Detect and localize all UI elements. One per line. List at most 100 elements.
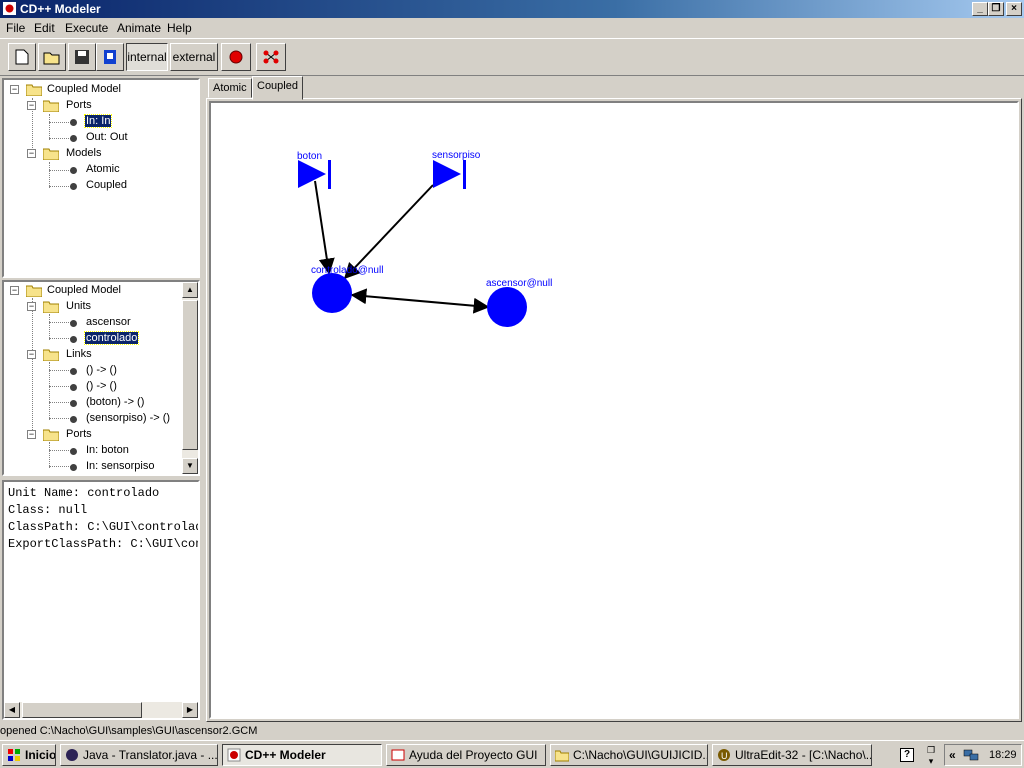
collapse-toggle[interactable]: − xyxy=(10,286,19,295)
tray-expand-icon[interactable]: « xyxy=(949,748,956,762)
scroll-thumb[interactable] xyxy=(182,300,198,450)
leaf-dot-icon xyxy=(70,336,77,343)
tree-root[interactable]: − Coupled Model xyxy=(10,82,190,98)
toolbar: internal external xyxy=(0,38,1024,76)
clock[interactable]: 18:29 xyxy=(989,749,1017,761)
leaf-dot-icon xyxy=(70,384,77,391)
folder-icon xyxy=(555,750,569,762)
link-arrow-controlado-ascensor[interactable] xyxy=(350,288,490,314)
tree-item-link[interactable]: () -> () xyxy=(70,379,180,395)
tree-folder-links[interactable]: − Links xyxy=(27,347,177,363)
tree-folder-ports[interactable]: − Ports xyxy=(27,98,187,114)
model-canvas[interactable]: boton sensorpiso controlado@null ascenso… xyxy=(209,101,1019,719)
tree-folder-ports[interactable]: − Ports xyxy=(27,427,177,443)
tree-item-port-boton[interactable]: In: boton xyxy=(70,443,180,459)
menu-execute[interactable]: Execute xyxy=(65,21,108,35)
app-icon xyxy=(3,2,16,15)
help-book-icon xyxy=(391,749,405,761)
task-cd-modeler[interactable]: CD++ Modeler xyxy=(222,744,382,766)
tree-item-link[interactable]: (sensorpiso) -> () xyxy=(70,411,182,427)
tree-folder-units[interactable]: − Units xyxy=(27,299,177,315)
scroll-left-button[interactable]: ◀ xyxy=(4,702,20,718)
info-unit-name: Unit Name: controlado xyxy=(8,486,160,500)
tree-item-unit-ascensor[interactable]: ascensor xyxy=(70,315,180,331)
windows-logo-icon xyxy=(8,749,20,761)
start-button[interactable]: Inicio xyxy=(2,744,56,766)
folder-icon xyxy=(26,84,42,96)
tree-item-port-out[interactable]: Out: Out xyxy=(70,130,180,146)
collapse-toggle[interactable]: − xyxy=(27,101,36,110)
ultraedit-icon: U xyxy=(718,749,730,761)
folder-icon xyxy=(43,100,59,112)
save-disk-icon xyxy=(75,50,89,64)
unit-controlado[interactable] xyxy=(312,273,352,313)
tab-coupled[interactable]: Coupled xyxy=(252,76,303,100)
book-icon xyxy=(104,50,116,64)
folder-icon xyxy=(43,301,59,313)
tree-item-port-sensorpiso[interactable]: In: sensorpiso xyxy=(70,459,180,474)
canvas-frame: boton sensorpiso controlado@null ascenso… xyxy=(206,98,1022,722)
graph-layout-button[interactable] xyxy=(256,43,286,71)
eclipse-icon xyxy=(66,749,78,761)
close-button[interactable]: × xyxy=(1006,2,1022,16)
input-port-boton[interactable] xyxy=(298,160,331,189)
folder-icon xyxy=(43,349,59,361)
status-bar: opened C:\Nacho\GUI\samples\GUI\ascensor… xyxy=(0,722,1024,740)
tree-item-unit-controlado[interactable]: controlado xyxy=(70,331,180,347)
window-switch-icon[interactable]: ❐ ▾ xyxy=(924,745,938,766)
task-ayuda[interactable]: Ayuda del Proyecto GUI xyxy=(386,744,546,766)
collapse-toggle[interactable]: − xyxy=(27,149,36,158)
collapse-toggle[interactable]: − xyxy=(27,302,36,311)
svg-text:U: U xyxy=(721,751,728,761)
help-icon[interactable]: ? xyxy=(900,748,914,762)
network-icon[interactable] xyxy=(963,748,979,762)
collapse-toggle[interactable]: − xyxy=(27,350,36,359)
tree-folder-models[interactable]: − Models xyxy=(27,146,187,162)
minimize-button[interactable]: _ xyxy=(972,2,988,16)
record-button[interactable] xyxy=(221,43,251,71)
menu-edit[interactable]: Edit xyxy=(34,21,55,35)
task-java-translator[interactable]: Java - Translator.java - ... xyxy=(60,744,218,766)
tree-item-atomic[interactable]: Atomic xyxy=(70,162,180,178)
system-tray: « 18:29 xyxy=(944,744,1022,766)
leaf-dot-icon xyxy=(70,400,77,407)
leaf-dot-icon xyxy=(70,135,77,142)
new-button[interactable] xyxy=(8,43,36,71)
tab-atomic[interactable]: Atomic xyxy=(208,78,252,98)
title-bar: CD++ Modeler _ ❐ × xyxy=(0,0,1024,18)
restore-button[interactable]: ❐ xyxy=(988,2,1004,16)
menu-animate[interactable]: Animate xyxy=(117,21,161,35)
task-ultraedit[interactable]: U UltraEdit-32 - [C:\Nacho\... xyxy=(712,744,872,766)
link-arrow-boton[interactable] xyxy=(314,180,335,275)
red-circle-icon xyxy=(229,50,243,64)
tree-root[interactable]: − Coupled Model xyxy=(10,283,180,299)
graph-nodes-icon xyxy=(263,50,279,64)
scroll-thumb[interactable] xyxy=(22,702,142,718)
unit-ascensor[interactable] xyxy=(487,287,527,327)
input-port-sensorpiso[interactable] xyxy=(433,160,466,189)
tree-item-port-in[interactable]: In: In xyxy=(70,114,180,130)
open-button[interactable] xyxy=(38,43,66,71)
external-toggle[interactable]: external xyxy=(170,43,218,71)
leaf-dot-icon xyxy=(70,464,77,471)
properties-button[interactable] xyxy=(96,43,124,71)
save-button[interactable] xyxy=(68,43,96,71)
collapse-toggle[interactable]: − xyxy=(27,430,36,439)
collapse-toggle[interactable]: − xyxy=(10,85,19,94)
scroll-down-button[interactable]: ▼ xyxy=(182,458,198,474)
task-explorer[interactable]: C:\Nacho\GUI\GUIJICID... xyxy=(550,744,708,766)
info-classpath: ClassPath: C:\GUI\controlado xyxy=(8,520,200,534)
label-boton: boton xyxy=(297,151,322,162)
scroll-right-button[interactable]: ▶ xyxy=(182,702,198,718)
tree-item-coupled[interactable]: Coupled xyxy=(70,178,180,194)
menu-help[interactable]: Help xyxy=(167,21,192,35)
label-sensorpiso: sensorpiso xyxy=(432,150,481,161)
tree-item-link[interactable]: () -> () xyxy=(70,363,180,379)
scroll-up-button[interactable]: ▲ xyxy=(182,282,198,298)
internal-toggle[interactable]: internal xyxy=(126,43,168,71)
leaf-dot-icon xyxy=(70,183,77,190)
horizontal-scrollbar[interactable]: ◀ ▶ xyxy=(4,702,198,718)
vertical-scrollbar[interactable]: ▲ ▼ xyxy=(182,282,198,474)
menu-file[interactable]: File xyxy=(6,21,25,35)
tree-item-link[interactable]: (boton) -> () xyxy=(70,395,180,411)
